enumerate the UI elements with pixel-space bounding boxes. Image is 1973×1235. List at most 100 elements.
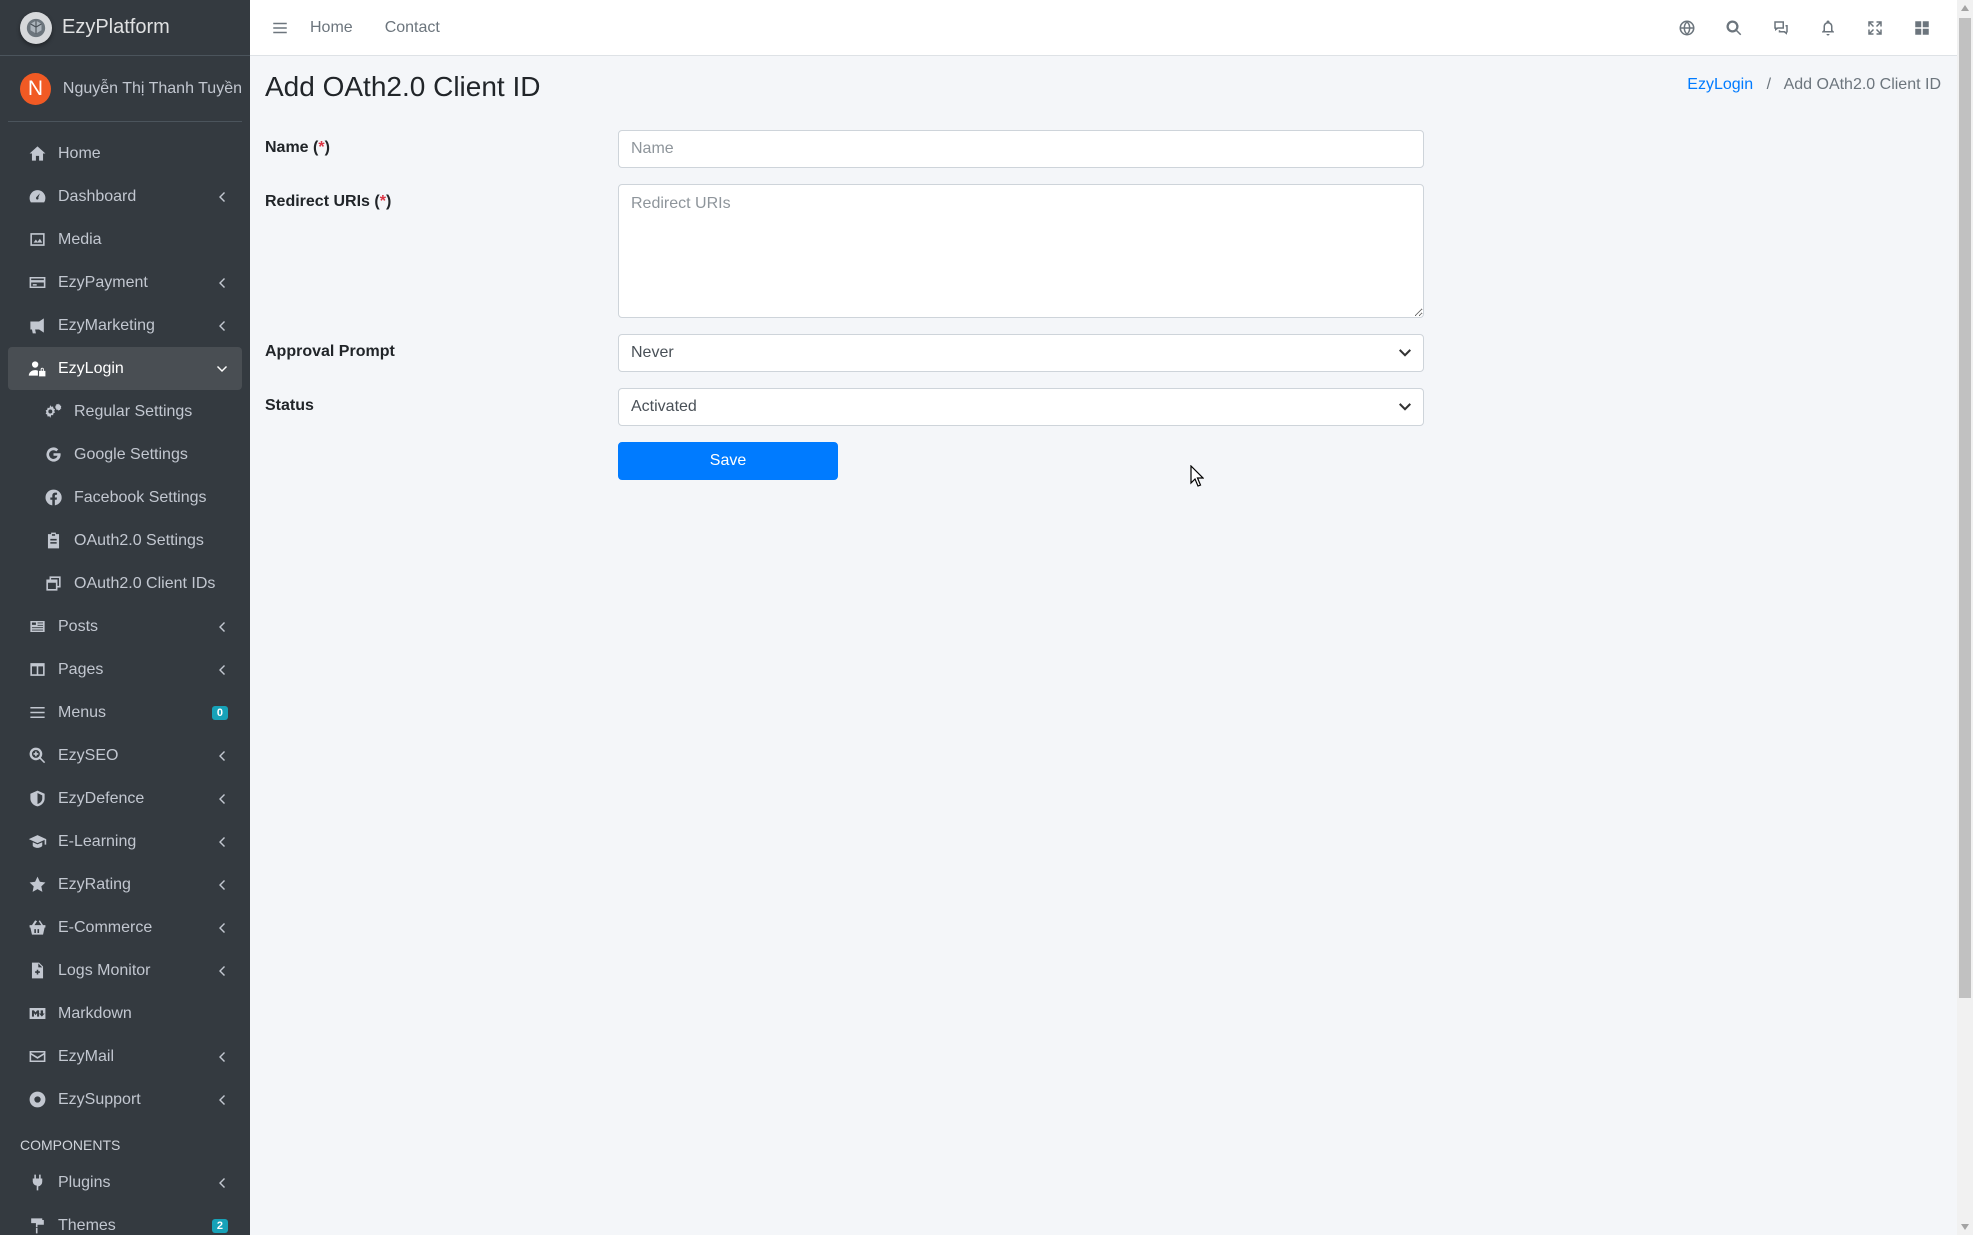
brand-logo-icon [20,11,52,44]
globe-icon[interactable] [1663,0,1710,56]
sidebar-item-label: Dashboard [58,187,137,205]
chevron-left-icon [216,750,228,762]
approval-prompt-select[interactable]: Never [618,334,1424,372]
fullscreen-icon[interactable] [1851,0,1898,56]
chevron-left-icon [216,879,228,891]
top-navbar: Home Contact [250,0,1957,56]
sidebar-item-ezymail[interactable]: EzyMail [8,1035,242,1078]
dashboard-icon [26,186,48,208]
brand[interactable]: EzyPlatform [0,0,250,56]
chevron-left-icon [216,836,228,848]
sidebar-section-header: COMPONENTS [20,1137,121,1153]
sidebar-item-google-settings[interactable]: Google Settings [8,433,242,476]
plug-icon [26,1172,48,1194]
sidebar: EzyPlatform N Nguyễn Thị Thanh Tuyền Hom… [0,0,250,1235]
sidebar-item-oauth2-settings[interactable]: OAuth2.0 Settings [8,519,242,562]
sidebar-item-ezymarketing[interactable]: EzyMarketing [8,304,242,347]
sidebar-item-ezysupport[interactable]: EzySupport [8,1078,242,1121]
sidebar-item-label: EzyLogin [58,359,124,377]
google-icon [42,444,64,466]
page-title: Add OAth2.0 Client ID [265,71,541,102]
top-link-contact[interactable]: Contact [385,19,440,37]
chevron-down-icon [1399,403,1411,411]
graduation-cap-icon [26,831,48,853]
vertical-scrollbar[interactable] [1957,0,1973,1235]
comments-icon[interactable] [1757,0,1804,56]
bars-icon [26,702,48,724]
scrollbar-thumb[interactable] [1959,18,1971,998]
scroll-up-arrow-icon[interactable] [1961,5,1969,11]
sidebar-item-themes[interactable]: Themes 2 [8,1204,242,1235]
sidebar-item-plugins[interactable]: Plugins [8,1161,242,1204]
breadcrumb-link-ezylogin[interactable]: EzyLogin [1687,76,1753,93]
redirect-uris-label: Redirect URIs (*) [265,193,392,210]
sidebar-item-label: Media [58,230,102,248]
sidebar-item-e-commerce[interactable]: E-Commerce [8,906,242,949]
sidebar-item-home[interactable]: Home [8,132,242,175]
search-icon[interactable] [1710,0,1757,56]
markdown-icon [26,1003,48,1025]
life-ring-icon [26,1089,48,1111]
star-icon [26,874,48,896]
breadcrumb-current: Add OAth2.0 Client ID [1783,76,1941,93]
user-name[interactable]: Nguyễn Thị Thanh Tuyền [63,80,242,98]
themes-count-badge: 2 [211,1218,228,1233]
sidebar-item-label: EzyDefence [58,789,145,807]
sidebar-item-pages[interactable]: Pages [8,648,242,691]
top-link-home[interactable]: Home [310,19,353,37]
search-plus-icon [26,745,48,767]
sidebar-nav: Home Dashboard Media EzyPayment EzyMarke… [0,122,250,1235]
scroll-down-arrow-icon[interactable] [1961,1224,1969,1230]
chevron-down-icon [1399,349,1411,357]
sidebar-item-label: E-Learning [58,832,137,850]
sidebar-item-label: Plugins [58,1173,111,1191]
sidebar-item-oauth2-client-ids[interactable]: OAuth2.0 Client IDs [8,562,242,605]
redirect-uris-textarea[interactable] [618,184,1424,318]
status-select[interactable]: Activated [618,388,1424,426]
sidebar-item-label: Themes [58,1216,116,1234]
sidebar-item-facebook-settings[interactable]: Facebook Settings [8,476,242,519]
apps-grid-icon[interactable] [1898,0,1945,56]
chevron-left-icon [216,320,228,332]
sidebar-item-regular-settings[interactable]: Regular Settings [8,390,242,433]
file-medical-icon [26,960,48,982]
sidebar-item-label: Facebook Settings [74,488,207,506]
sidebar-item-ezydefence[interactable]: EzyDefence [8,777,242,820]
hamburger-menu-icon[interactable] [250,19,310,37]
avatar: N [20,72,51,105]
sidebar-item-ezylogin[interactable]: EzyLogin [8,347,242,390]
sidebar-item-label: Logs Monitor [58,961,151,979]
status-label: Status [265,397,314,414]
save-button[interactable]: Save [618,442,838,480]
megaphone-icon [26,315,48,337]
sidebar-item-e-learning[interactable]: E-Learning [8,820,242,863]
sidebar-item-ezypayment[interactable]: EzyPayment [8,261,242,304]
name-input[interactable] [618,130,1424,168]
sidebar-item-logs-monitor[interactable]: Logs Monitor [8,949,242,992]
sidebar-item-ezyrating[interactable]: EzyRating [8,863,242,906]
sidebar-item-label: Markdown [58,1004,132,1022]
sidebar-item-label: OAuth2.0 Client IDs [74,574,216,592]
sidebar-item-media[interactable]: Media [8,218,242,261]
bell-icon[interactable] [1804,0,1851,56]
status-value: Activated [631,398,697,415]
sidebar-item-label: E-Commerce [58,918,153,936]
sidebar-item-label: Menus [58,703,107,721]
sidebar-item-markdown[interactable]: Markdown [8,992,242,1035]
chevron-left-icon [216,922,228,934]
chevron-left-icon [216,191,228,203]
chevron-left-icon [216,621,228,633]
image-icon [26,229,48,251]
sidebar-item-dashboard[interactable]: Dashboard [8,175,242,218]
approval-prompt-label: Approval Prompt [265,343,395,360]
shield-icon [26,788,48,810]
sidebar-item-posts[interactable]: Posts [8,605,242,648]
columns-icon [26,659,48,681]
cogs-icon [42,401,64,423]
paint-icon [26,1215,48,1235]
sidebar-item-label: EzyPayment [58,273,148,291]
chevron-left-icon [216,793,228,805]
sidebar-item-ezyseo[interactable]: EzySEO [8,734,242,777]
sidebar-item-menus[interactable]: Menus 0 [8,691,242,734]
user-panel[interactable]: N Nguyễn Thị Thanh Tuyền [8,56,242,122]
